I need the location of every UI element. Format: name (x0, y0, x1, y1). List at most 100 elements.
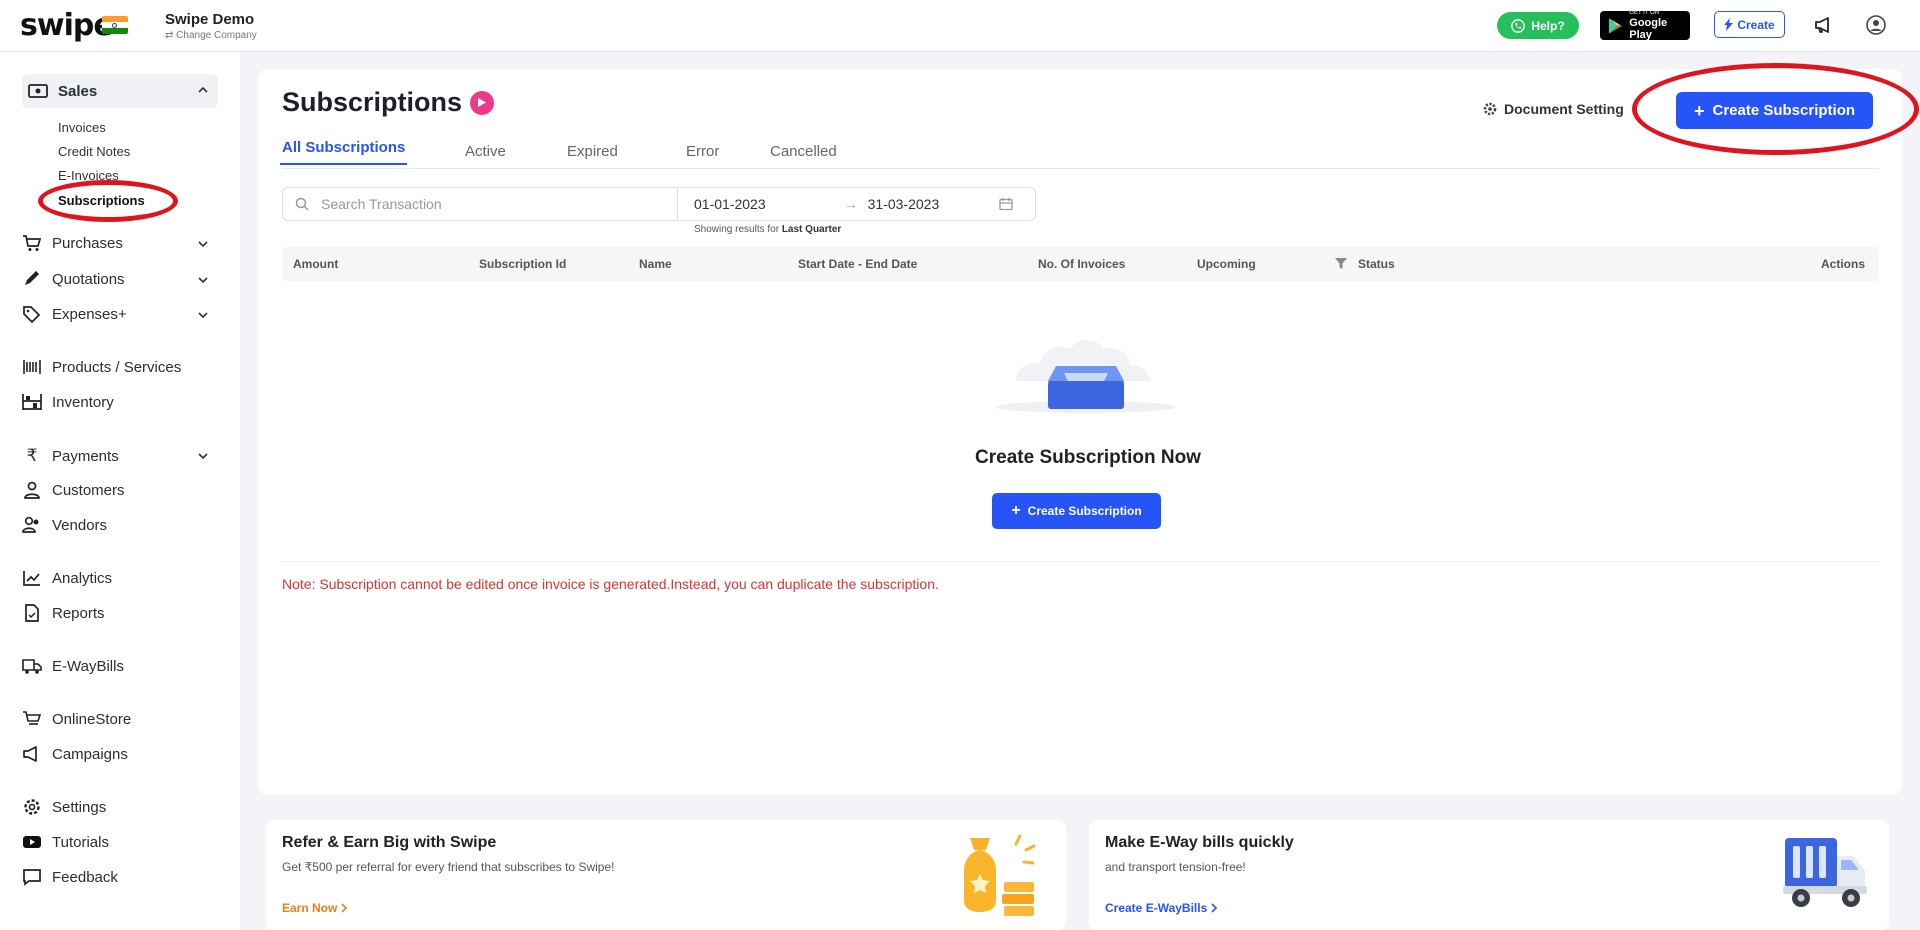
sidebar-item-onlinestore[interactable]: OnlineStore (22, 710, 218, 728)
whatsapp-icon (1511, 18, 1526, 33)
col-subscription-id[interactable]: Subscription Id (479, 257, 566, 271)
main-panel: Subscriptions Document Setting + Create … (258, 63, 1919, 795)
date-from[interactable]: 01-01-2023 (694, 196, 766, 212)
date-range-picker[interactable]: 01-01-2023 → 31-03-2023 (680, 187, 1036, 221)
refer-earn-card: Refer & Earn Big with Swipe Get ₹500 per… (266, 820, 1066, 930)
arrow-right-icon: → (843, 196, 858, 212)
company-switcher[interactable]: Swipe Demo ⇄ Change Company (165, 11, 257, 41)
refer-card-desc: Get ₹500 per referral for every friend t… (282, 860, 615, 874)
announcements-button[interactable] (1812, 13, 1836, 37)
sidebar-item-inventory[interactable]: Inventory (22, 393, 218, 411)
megaphone-icon (23, 746, 37, 762)
company-name: Swipe Demo (165, 11, 255, 28)
user-avatar-icon (1866, 15, 1886, 35)
plus-icon: + (1011, 502, 1021, 519)
change-company-link[interactable]: ⇄ Change Company (165, 30, 257, 41)
sidebar-item-payments[interactable]: ₹ Payments (22, 446, 218, 466)
divider (282, 561, 1879, 562)
sidebar-item-e-waybills[interactable]: E-WayBills (22, 657, 218, 675)
table-header: Amount Subscription Id Name Start Date -… (282, 247, 1879, 281)
cart-icon (23, 235, 42, 251)
sidebar-sub-invoices[interactable]: Invoices (58, 120, 106, 135)
play-tutorial-icon[interactable] (470, 90, 495, 115)
subscription-tabs: All Subscriptions Active Expired Error C… (279, 139, 1879, 169)
money-bag-illustration (964, 834, 1036, 916)
filter-icon[interactable] (1334, 257, 1348, 270)
chevron-right-icon (1211, 903, 1218, 913)
subscription-note: Note: Subscription cannot be edited once… (282, 576, 939, 592)
google-play-button[interactable]: GET IT ON Google Play (1600, 10, 1690, 41)
chevron-down-icon (198, 453, 208, 460)
sidebar-sub-credit-notes[interactable]: Credit Notes (58, 144, 130, 159)
profile-button[interactable] (1864, 13, 1888, 37)
create-button[interactable]: Create (1714, 11, 1785, 38)
sidebar-item-feedback[interactable]: Feedback (22, 868, 218, 886)
sidebar-item-analytics[interactable]: Analytics (22, 569, 218, 587)
sidebar-item-tutorials[interactable]: Tutorials (22, 833, 218, 851)
top-bar: swipe Swipe Demo ⇄ Change Company Help? … (0, 0, 1920, 52)
gear-icon (24, 799, 40, 815)
search-icon (295, 197, 309, 211)
cash-icon (28, 84, 48, 98)
date-to[interactable]: 31-03-2023 (868, 196, 940, 212)
chevron-up-icon (198, 86, 208, 93)
inventory-icon (22, 394, 42, 410)
highlight-ring-subscriptions (38, 180, 178, 222)
rupee-icon: ₹ (26, 446, 38, 465)
eway-bill-card: Make E-Way bills quickly and transport t… (1089, 820, 1889, 930)
sidebar-item-quotations[interactable]: Quotations (22, 270, 218, 288)
youtube-icon (23, 836, 41, 848)
sidebar-item-vendors[interactable]: Vendors (22, 516, 218, 534)
truck-icon (22, 659, 42, 674)
eway-card-title: Make E-Way bills quickly (1105, 834, 1294, 851)
page-title: Subscriptions (282, 87, 495, 118)
chart-icon (23, 571, 40, 586)
tab-error[interactable]: Error (686, 143, 719, 160)
help-button[interactable]: Help? (1497, 12, 1579, 39)
col-no-of-invoices[interactable]: No. Of Invoices (1038, 257, 1125, 271)
chevron-down-icon (198, 277, 208, 284)
chevron-down-icon (198, 241, 208, 248)
create-ewaybills-link[interactable]: Create E-WayBills (1105, 901, 1218, 915)
col-amount[interactable]: Amount (293, 257, 338, 271)
user-icon (24, 481, 40, 499)
sidebar-item-campaigns[interactable]: Campaigns (22, 745, 218, 763)
empty-state-title: Create Subscription Now (975, 447, 1201, 468)
sidebar-item-sales[interactable]: Sales (22, 74, 218, 108)
search-input[interactable] (321, 196, 641, 212)
sidebar-item-customers[interactable]: Customers (22, 481, 218, 499)
tab-all-subscriptions[interactable]: All Subscriptions (279, 139, 408, 165)
sidebar-item-products-services[interactable]: Products / Services (22, 358, 218, 376)
col-status[interactable]: Status (1358, 257, 1395, 271)
earn-now-link[interactable]: Earn Now (282, 901, 348, 915)
tab-expired[interactable]: Expired (567, 143, 618, 160)
store-icon (23, 711, 42, 725)
empty-box-illustration (996, 340, 1176, 413)
sidebar-item-purchases[interactable]: Purchases (22, 234, 218, 252)
sidebar-item-expenses[interactable]: Expenses+ (22, 305, 218, 323)
tab-cancelled[interactable]: Cancelled (770, 143, 837, 160)
swipe-logo[interactable]: swipe (20, 8, 114, 43)
col-start-end-date[interactable]: Start Date - End Date (798, 257, 917, 271)
col-name[interactable]: Name (639, 257, 672, 271)
users-icon (22, 516, 39, 533)
tab-active[interactable]: Active (465, 143, 506, 160)
megaphone-icon (1815, 17, 1829, 33)
document-settings-button[interactable]: Document Setting (1483, 101, 1624, 117)
sidebar: Sales Invoices Credit Notes E-Invoices S… (0, 52, 240, 930)
tag-icon (23, 306, 41, 323)
pencil-icon (25, 271, 39, 285)
chevron-right-icon (341, 903, 348, 913)
india-flag-icon (102, 16, 128, 34)
refer-card-title: Refer & Earn Big with Swipe (282, 834, 497, 851)
col-upcoming[interactable]: Upcoming (1197, 257, 1256, 271)
sidebar-item-reports[interactable]: Reports (22, 604, 218, 622)
create-subscription-empty-button[interactable]: + Create Subscription (992, 493, 1161, 529)
search-box (282, 187, 678, 221)
feedback-icon (23, 869, 41, 886)
truck-illustration (1783, 838, 1867, 907)
sidebar-item-settings[interactable]: Settings (22, 798, 218, 816)
report-icon (25, 604, 39, 622)
barcode-icon (23, 360, 41, 374)
chevron-down-icon (198, 312, 208, 319)
